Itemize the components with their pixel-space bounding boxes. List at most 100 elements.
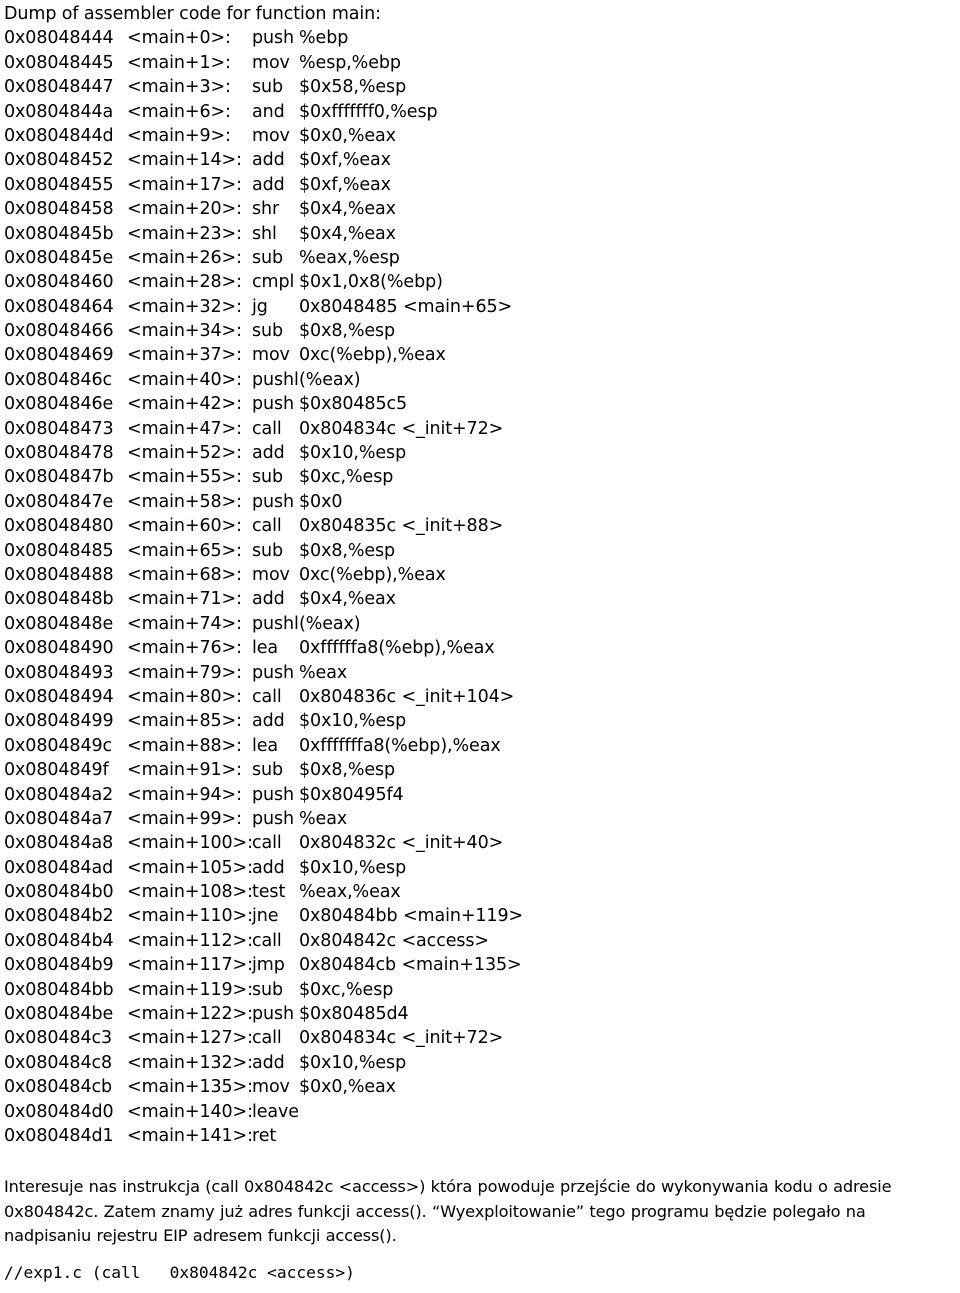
instruction-mnemonic: push bbox=[252, 662, 295, 683]
instruction-symbol-offset: <main+94>: bbox=[127, 784, 242, 805]
disassembly-line: 0x0804845b <main+23>: shl $0x4,%eax bbox=[4, 222, 704, 246]
instruction-symbol-offset: <main+127>: bbox=[127, 1028, 253, 1049]
disassembly-line: 0x08048447 <main+3>: sub $0x58,%esp bbox=[4, 75, 704, 99]
instruction-address: 0x08048469 bbox=[4, 345, 114, 366]
instruction-address: 0x080484a2 bbox=[4, 784, 114, 805]
disassembly-line: 0x0804848b <main+71>: add $0x4,%eax bbox=[4, 587, 704, 611]
instruction-address: 0x0804848e bbox=[4, 613, 114, 634]
instruction-symbol-offset: <main+117>: bbox=[127, 955, 253, 976]
instruction-operands: $0x10,%esp bbox=[299, 1052, 407, 1073]
instruction-operands: $0x8,%esp bbox=[299, 321, 396, 342]
disassembly-line: 0x08048499 <main+85>: add $0x10,%esp bbox=[4, 709, 704, 733]
instruction-symbol-offset: <main+88>: bbox=[127, 735, 242, 756]
instruction-operands: $0x58,%esp bbox=[299, 77, 407, 98]
instruction-mnemonic: sub bbox=[252, 979, 284, 1000]
instruction-operands: 0x804836c <_init+104> bbox=[299, 686, 515, 707]
disassembly-line: 0x08048455 <main+17>: add $0xf,%eax bbox=[4, 173, 704, 197]
instruction-operands: $0x80485d4 bbox=[299, 1004, 409, 1025]
instruction-symbol-offset: <main+99>: bbox=[127, 808, 242, 829]
disassembly-line: 0x080484c8 <main+132>:add $0x10,%esp bbox=[4, 1051, 704, 1075]
explanation-text: Interesuje nas instrukcja (call 0x804842… bbox=[4, 1177, 892, 1246]
instruction-mnemonic: call bbox=[252, 833, 282, 854]
disassembly-line: 0x080484b2 <main+110>:jne 0x80484bb <main+… bbox=[4, 904, 704, 928]
instruction-mnemonic: cmpl bbox=[252, 272, 295, 293]
instruction-address: 0x08048444 bbox=[4, 28, 114, 49]
disassembly-line: 0x08048458 <main+20>: shr $0x4,%eax bbox=[4, 197, 704, 221]
disassembly-listing: Dump of assembler code for function main… bbox=[4, 2, 704, 1148]
instruction-symbol-offset: <main+79>: bbox=[127, 662, 242, 683]
instruction-operands: 0x8048485 <main+65> bbox=[299, 296, 513, 317]
instruction-address: 0x080484b4 bbox=[4, 930, 114, 951]
instruction-mnemonic: add bbox=[252, 443, 285, 464]
instruction-symbol-offset: <main+132>: bbox=[127, 1052, 253, 1073]
instruction-symbol-offset: <main+28>: bbox=[127, 272, 242, 293]
instruction-address: 0x080484cb bbox=[4, 1077, 113, 1098]
disassembly-line: 0x08048464 <main+32>: jg 0x8048485 <main+65… bbox=[4, 295, 704, 319]
disassembly-line: 0x08048469 <main+37>: mov 0xc(%ebp),%eax bbox=[4, 343, 704, 367]
instruction-address: 0x08048464 bbox=[4, 296, 114, 317]
instruction-operands: $0x10,%esp bbox=[299, 711, 407, 732]
disassembly-line: 0x080484bb <main+119>:sub $0xc,%esp bbox=[4, 978, 704, 1002]
instruction-operands: %ebp bbox=[299, 28, 349, 49]
instruction-operands: $0x10,%esp bbox=[299, 857, 407, 878]
instruction-mnemonic: jg bbox=[252, 296, 268, 317]
instruction-operands: 0xfffffffa8(%ebp),%eax bbox=[299, 735, 501, 756]
instruction-mnemonic: sub bbox=[252, 467, 284, 488]
instruction-address: 0x0804845b bbox=[4, 223, 114, 244]
instruction-mnemonic: call bbox=[252, 418, 282, 439]
instruction-address: 0x08048493 bbox=[4, 662, 114, 683]
instruction-mnemonic: pushl bbox=[252, 369, 299, 390]
instruction-mnemonic: ret bbox=[252, 1125, 277, 1146]
instruction-operands: %eax bbox=[299, 808, 348, 829]
disassembly-line: 0x0804847e <main+58>: push $0x0 bbox=[4, 490, 704, 514]
instruction-symbol-offset: <main+26>: bbox=[127, 247, 242, 268]
disassembly-line: 0x08048452 <main+14>: add $0xf,%eax bbox=[4, 148, 704, 172]
instruction-operands: 0x804835c <_init+88> bbox=[299, 516, 504, 537]
instruction-symbol-offset: <main+112>: bbox=[127, 930, 253, 951]
instruction-mnemonic: mov bbox=[252, 565, 290, 585]
instruction-operands: $0xf,%eax bbox=[299, 174, 391, 195]
instruction-mnemonic: mov bbox=[252, 345, 290, 366]
disassembly-line: 0x080484b9 <main+117>:jmp 0x80484cb <main+… bbox=[4, 953, 704, 977]
instruction-symbol-offset: <main+108>: bbox=[127, 882, 253, 903]
disassembly-line: 0x0804848e <main+74>: pushl(%eax) bbox=[4, 612, 704, 636]
instruction-operands: $0x10,%esp bbox=[299, 443, 407, 464]
instruction-address: 0x080484ad bbox=[4, 857, 114, 878]
disassembly-line: 0x08048444 <main+0>: push %ebp bbox=[4, 26, 704, 50]
instruction-symbol-offset: <main+71>: bbox=[127, 589, 242, 610]
instruction-mnemonic: call bbox=[252, 686, 282, 707]
instruction-operands: $0x0,%eax bbox=[299, 1077, 396, 1098]
disassembly-line: 0x08048460 <main+28>: cmpl $0x1,0x8(%ebp) bbox=[4, 270, 704, 294]
instruction-address: 0x08048480 bbox=[4, 516, 114, 537]
disassembly-line: 0x080484d1 <main+141>:ret bbox=[4, 1124, 704, 1148]
instruction-symbol-offset: <main+74>: bbox=[127, 613, 242, 634]
disassembly-line: 0x08048480 <main+60>: call 0x804835c <_init… bbox=[4, 514, 704, 538]
instruction-address: 0x0804846e bbox=[4, 394, 114, 415]
instruction-address: 0x080484a8 bbox=[4, 833, 114, 854]
instruction-operands: $0x1,0x8(%ebp) bbox=[299, 272, 443, 293]
instruction-symbol-offset: <main+91>: bbox=[127, 760, 242, 781]
instruction-operands: %eax bbox=[299, 662, 348, 683]
instruction-mnemonic: add bbox=[252, 711, 285, 732]
instruction-address: 0x08048466 bbox=[4, 321, 114, 342]
instruction-address: 0x080484b0 bbox=[4, 882, 114, 903]
instruction-address: 0x08048490 bbox=[4, 638, 114, 659]
page-root: Dump of assembler code for function main… bbox=[0, 0, 960, 1293]
disassembly-line: 0x080484a7 <main+99>: push %eax bbox=[4, 807, 704, 831]
instruction-symbol-offset: <main+105>: bbox=[127, 857, 253, 878]
instruction-symbol-offset: <main+119>: bbox=[127, 979, 253, 1000]
instruction-operands: $0x80485c5 bbox=[299, 394, 408, 415]
instruction-symbol-offset: <main+3>: bbox=[127, 77, 231, 98]
instruction-address: 0x080484c3 bbox=[4, 1028, 113, 1049]
disassembly-line: 0x080484b4 <main+112>:call 0x804842c <acce… bbox=[4, 929, 704, 953]
instruction-address: 0x0804844d bbox=[4, 125, 114, 146]
instruction-mnemonic: add bbox=[252, 589, 285, 610]
disassembly-line: 0x080484d0 <main+140>:leave bbox=[4, 1100, 704, 1124]
disassembly-line: 0x08048466 <main+34>: sub $0x8,%esp bbox=[4, 319, 704, 343]
instruction-symbol-offset: <main+47>: bbox=[127, 418, 242, 439]
instruction-operands: $0x4,%eax bbox=[299, 223, 396, 244]
instruction-mnemonic: add bbox=[252, 174, 285, 195]
instruction-operands: 0xc(%ebp),%eax bbox=[299, 565, 446, 585]
instruction-mnemonic: sub bbox=[252, 247, 284, 268]
instruction-symbol-offset: <main+76>: bbox=[127, 638, 242, 659]
